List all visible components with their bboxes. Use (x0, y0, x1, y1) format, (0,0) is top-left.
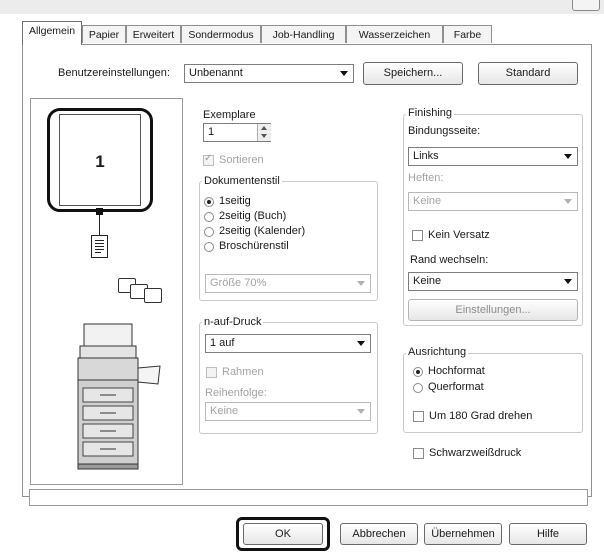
collate-label: Sortieren (219, 154, 264, 166)
margin-shift-dropdown[interactable]: Keine (408, 272, 578, 291)
order-label: Reihenfolge: (205, 387, 267, 399)
tab-job-handling[interactable]: Job-Handling (261, 25, 346, 43)
window-control-button[interactable] (572, 0, 600, 11)
binding-dropdown[interactable]: Links (408, 147, 578, 166)
radio-hochformat[interactable] (413, 367, 423, 377)
staple-label: Heften: (408, 172, 444, 184)
option-broschuerenstil-label: Broschürenstil (219, 240, 289, 252)
border-label: Rahmen (222, 366, 264, 378)
user-settings-label: Benutzereinstellungen: (58, 67, 170, 79)
document-icon (91, 235, 108, 258)
radio-broschuerenstil[interactable] (204, 242, 214, 252)
querformat-label: Querformat (428, 381, 484, 393)
tab-erweitert[interactable]: Erweitert (126, 25, 181, 43)
chevron-down-icon (340, 71, 348, 76)
chevron-down-icon (564, 199, 572, 204)
n-up-value: 1 auf (210, 337, 235, 349)
apply-button[interactable]: Übernehmen (424, 523, 502, 545)
connector-dot (96, 208, 103, 215)
collate-checkbox[interactable]: ✓ (203, 153, 214, 166)
option-2seitig-kalender-label: 2seitig (Kalender) (219, 225, 306, 237)
binding-label: Bindungsseite: (408, 125, 481, 137)
radio-2seitig-buch[interactable] (204, 212, 214, 222)
n-up-title: n-auf-Druck (202, 316, 264, 328)
chevron-down-icon (357, 409, 365, 414)
document-style-title: Dokumentenstil (202, 175, 282, 187)
tab-papier[interactable]: Papier (82, 25, 126, 43)
chevron-down-icon (357, 341, 365, 346)
status-strip (29, 489, 588, 506)
order-dropdown[interactable]: Keine (205, 402, 371, 421)
no-offset-checkbox[interactable] (412, 230, 423, 241)
chevron-down-icon (564, 279, 572, 284)
chevron-down-icon (357, 281, 365, 286)
size-dropdown[interactable]: Größe 70% (205, 274, 371, 293)
save-settings-button[interactable]: Speichern... (363, 62, 463, 85)
copies-label: Exemplare (203, 109, 256, 121)
size-value: Größe 70% (210, 277, 267, 289)
rotate-180-checkbox[interactable] (413, 411, 424, 422)
tab-allgemein[interactable]: Allgemein (22, 21, 82, 45)
binding-value: Links (413, 150, 439, 162)
radio-querformat[interactable] (413, 383, 423, 393)
orientation-title: Ausrichtung (406, 346, 469, 358)
ok-button[interactable]: OK (243, 523, 323, 545)
tab-wasserzeichen[interactable]: Wasserzeichen (346, 25, 443, 43)
hochformat-label: Hochformat (428, 365, 485, 377)
finishing-settings-button[interactable]: Einstellungen... (408, 299, 578, 321)
order-value: Keine (210, 405, 239, 417)
rotate-180-label: Um 180 Grad drehen (429, 410, 533, 422)
option-2seitig-buch-label: 2seitig (Buch) (219, 210, 287, 222)
no-offset-label: Kein Versatz (428, 229, 490, 241)
copies-value: 1 (208, 126, 215, 138)
copies-spin-down[interactable] (257, 132, 271, 141)
printer-output-trays-icon (118, 278, 168, 308)
default-button[interactable]: Standard (478, 62, 578, 85)
user-settings-dropdown[interactable]: Unbenannt (184, 64, 354, 83)
border-checkbox[interactable] (206, 367, 217, 378)
copies-spin-up[interactable] (257, 124, 271, 132)
bw-print-label: Schwarzweißdruck (429, 447, 522, 459)
printer-machine-icon (70, 322, 162, 472)
window-top-border (0, 0, 604, 14)
margin-shift-value: Keine (413, 275, 442, 287)
user-settings-value: Unbenannt (189, 67, 243, 79)
radio-1seitig[interactable] (204, 197, 214, 207)
staple-value: Keine (413, 195, 442, 207)
n-up-dropdown[interactable]: 1 auf (205, 334, 371, 353)
tab-sondermodus[interactable]: Sondermodus (181, 25, 261, 43)
cancel-button[interactable]: Abbrechen (340, 523, 418, 545)
page-preview-number: 1 (95, 152, 105, 171)
help-button[interactable]: Hilfe (509, 523, 587, 545)
finishing-title: Finishing (406, 107, 455, 119)
option-1seitig-label: 1seitig (219, 195, 251, 207)
connector-line (99, 212, 100, 235)
finishing-group (403, 114, 583, 326)
radio-2seitig-kalender[interactable] (204, 227, 214, 237)
staple-dropdown[interactable]: Keine (408, 192, 578, 211)
chevron-down-icon (564, 154, 572, 159)
tab-farbe[interactable]: Farbe (443, 25, 492, 43)
bw-print-checkbox[interactable] (413, 448, 424, 459)
margin-shift-label: Rand wechseln: (410, 254, 489, 266)
